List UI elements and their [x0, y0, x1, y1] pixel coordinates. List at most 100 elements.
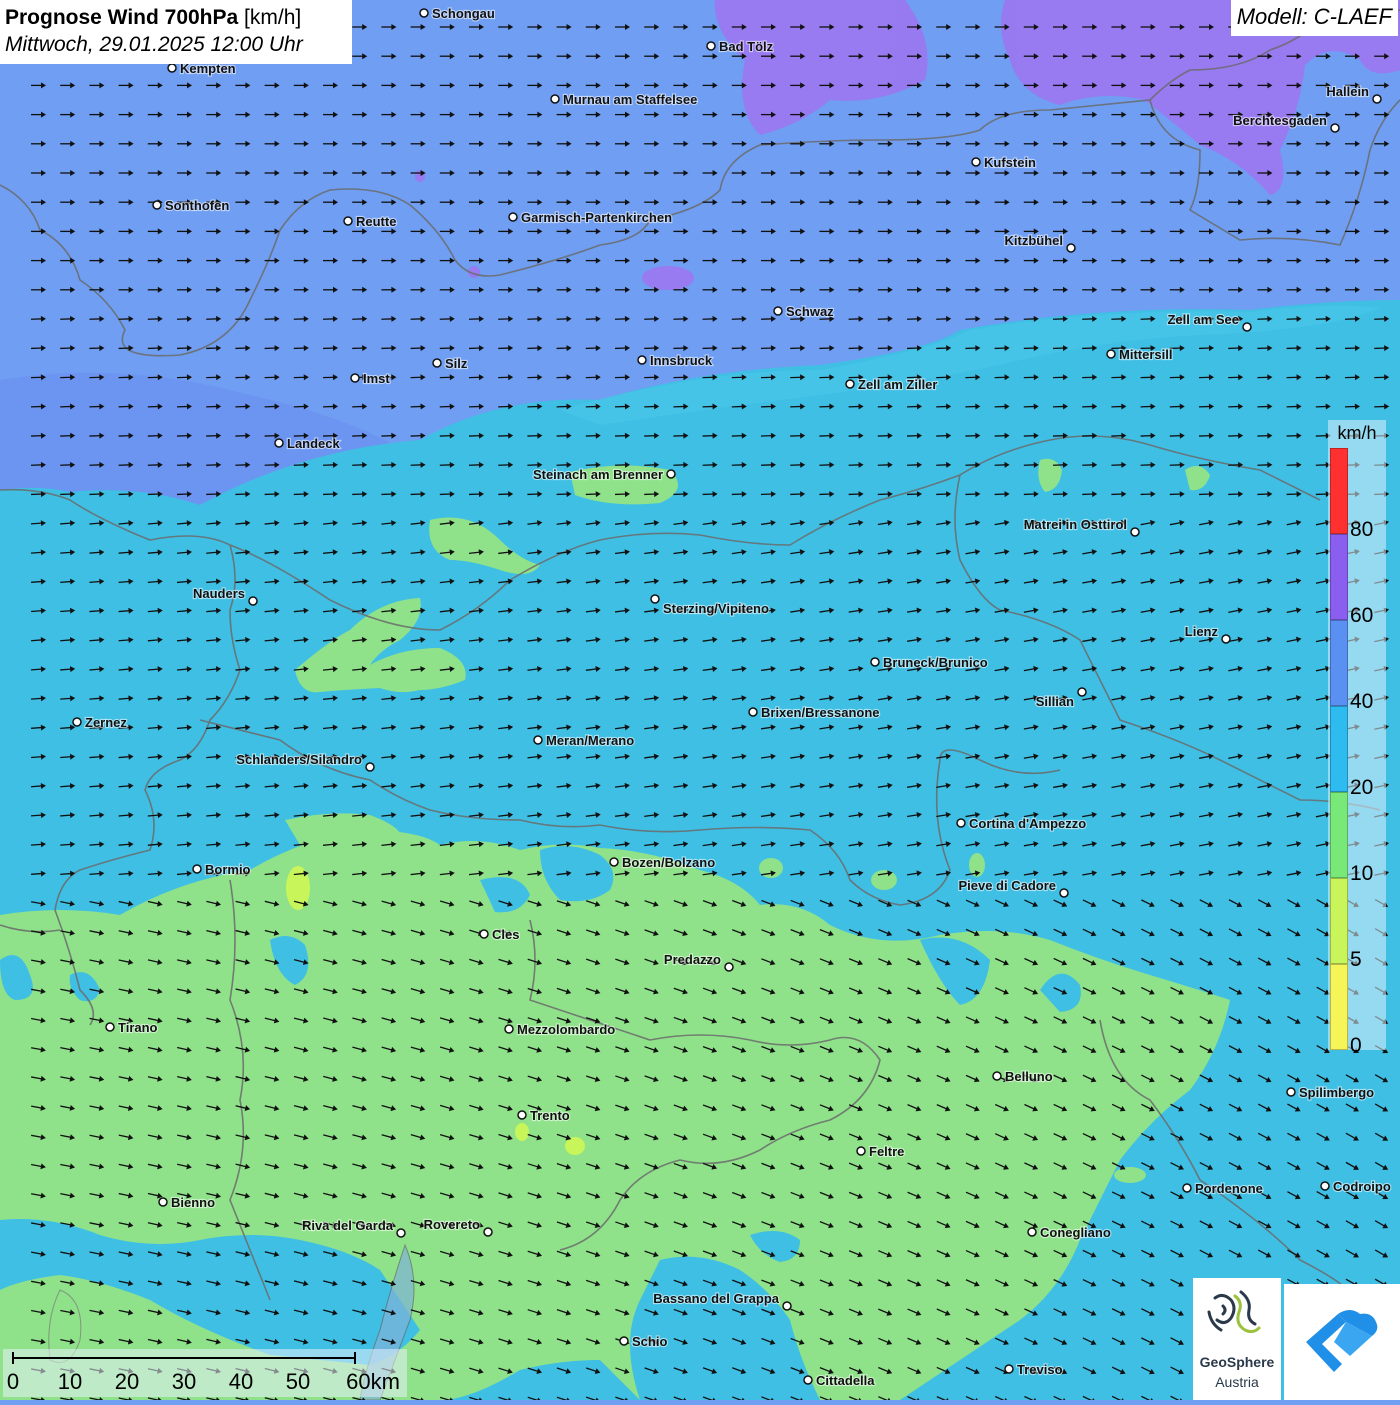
app-logo[interactable] [1284, 1284, 1400, 1400]
legend-swatch [1330, 620, 1348, 706]
city-dot [846, 380, 854, 388]
geosphere-icon [1193, 1278, 1281, 1354]
city-label: Schio [632, 1334, 667, 1349]
city-label: Bormio [205, 862, 251, 877]
legend-tick-label: 60 [1350, 604, 1373, 628]
city-label: Hallein [1326, 84, 1369, 99]
city-label: Bozen/Bolzano [622, 855, 715, 870]
scale-label: 10 [58, 1369, 82, 1395]
city-label: Meran/Merano [546, 733, 634, 748]
city-label: Bad Tölz [719, 39, 774, 54]
city-label: Sonthofen [165, 198, 229, 213]
city-label: Berchtesgaden [1233, 113, 1327, 128]
city-label: Cortina d'Ampezzo [969, 816, 1086, 831]
city-dot [871, 658, 879, 666]
city-label: Matrei in Osttirol [1024, 517, 1127, 532]
city-dot [620, 1337, 628, 1345]
city-label: Pordenone [1195, 1181, 1263, 1196]
city-dot [1060, 889, 1068, 897]
scale-label: 40 [229, 1369, 253, 1395]
legend-swatch [1330, 964, 1348, 1050]
legend-swatch [1330, 706, 1348, 792]
city-label: Schwaz [786, 304, 834, 319]
city-dot [1131, 528, 1139, 536]
app-logo-icon [1284, 1284, 1400, 1400]
city-marker: Steinach am Brenner [533, 467, 675, 482]
city-dot [397, 1229, 405, 1237]
city-marker: Spilimbergo [1287, 1085, 1374, 1100]
legend-colorbar [1330, 448, 1348, 1050]
scale-label: 0 [7, 1369, 19, 1395]
map-title-main: Prognose Wind 700hPa [5, 6, 238, 29]
scale-bar: 0102030405060km [3, 1349, 407, 1397]
city-dot [638, 356, 646, 364]
scale-label: 30 [172, 1369, 196, 1395]
legend-swatch [1330, 792, 1348, 878]
legend-swatch [1330, 534, 1348, 620]
map-title-unit: [km/h] [238, 6, 301, 29]
city-dot [551, 95, 559, 103]
city-label: Landeck [287, 436, 341, 451]
city-dot [1321, 1182, 1329, 1190]
city-label: Feltre [869, 1144, 904, 1159]
city-dot [1331, 124, 1339, 132]
city-dot [667, 470, 675, 478]
city-marker: Garmisch-Partenkirchen [509, 210, 672, 225]
city-label: Steinach am Brenner [533, 467, 663, 482]
city-label: Belluno [1005, 1069, 1053, 1084]
city-label: Nauders [193, 586, 245, 601]
city-marker: Cortina d'Ampezzo [957, 816, 1086, 831]
city-dot [651, 595, 659, 603]
city-label: Conegliano [1040, 1225, 1111, 1240]
city-dot [275, 439, 283, 447]
city-label: Tirano [118, 1020, 158, 1035]
city-label: Cles [492, 927, 519, 942]
city-dot [1107, 350, 1115, 358]
city-label: Brixen/Bressanone [761, 705, 880, 720]
scale-label: 50 [286, 1369, 310, 1395]
city-dot [480, 930, 488, 938]
city-label: Treviso [1017, 1362, 1063, 1377]
city-label: Zell am Ziller [858, 377, 937, 392]
color-legend: km/h 806040201050 [1328, 420, 1386, 1050]
forecast-datetime: Mittwoch, 29.01.2025 12:00 Uhr [5, 31, 347, 58]
city-dot [749, 708, 757, 716]
wind-map: SchongauBad TölzKemptenMurnau am Staffel… [0, 0, 1400, 1400]
city-marker: Meran/Merano [534, 733, 634, 748]
city-dot [1243, 323, 1251, 331]
city-marker: Innsbruck [638, 353, 713, 368]
city-marker: Bruneck/Brunico [871, 655, 988, 670]
city-dot [1078, 688, 1086, 696]
geosphere-logo[interactable]: GeoSphere Austria [1193, 1278, 1281, 1400]
city-label: Trento [530, 1108, 570, 1123]
city-dot [857, 1147, 865, 1155]
legend-swatch [1330, 878, 1348, 964]
city-label: Garmisch-Partenkirchen [521, 210, 672, 225]
city-dot [420, 9, 428, 17]
city-dot [993, 1072, 1001, 1080]
city-marker: Pordenone [1183, 1181, 1263, 1196]
city-label: Schongau [432, 6, 495, 21]
geosphere-name: GeoSphere [1193, 1354, 1281, 1370]
city-dot [106, 1023, 114, 1031]
city-label: Zell am See [1167, 312, 1239, 327]
city-marker: Mezzolombardo [505, 1022, 615, 1037]
city-dot [707, 42, 715, 50]
city-label: Reutte [356, 214, 396, 229]
city-label: Bienno [171, 1195, 215, 1210]
city-label: Kufstein [984, 155, 1036, 170]
city-label: Kitzbühel [1005, 233, 1064, 248]
city-label: Cittadella [816, 1373, 875, 1388]
city-dot [249, 597, 257, 605]
city-label: Imst [363, 371, 390, 386]
city-dot [774, 307, 782, 315]
city-label: Mezzolombardo [517, 1022, 615, 1037]
city-dot [972, 158, 980, 166]
city-marker: Bozen/Bolzano [610, 855, 715, 870]
city-label: Silz [445, 356, 468, 371]
city-dot [344, 217, 352, 225]
city-label: Mittersill [1119, 347, 1172, 362]
city-dot [518, 1111, 526, 1119]
city-marker: Sonthofen [153, 198, 229, 213]
city-marker: Brixen/Bressanone [749, 705, 880, 720]
